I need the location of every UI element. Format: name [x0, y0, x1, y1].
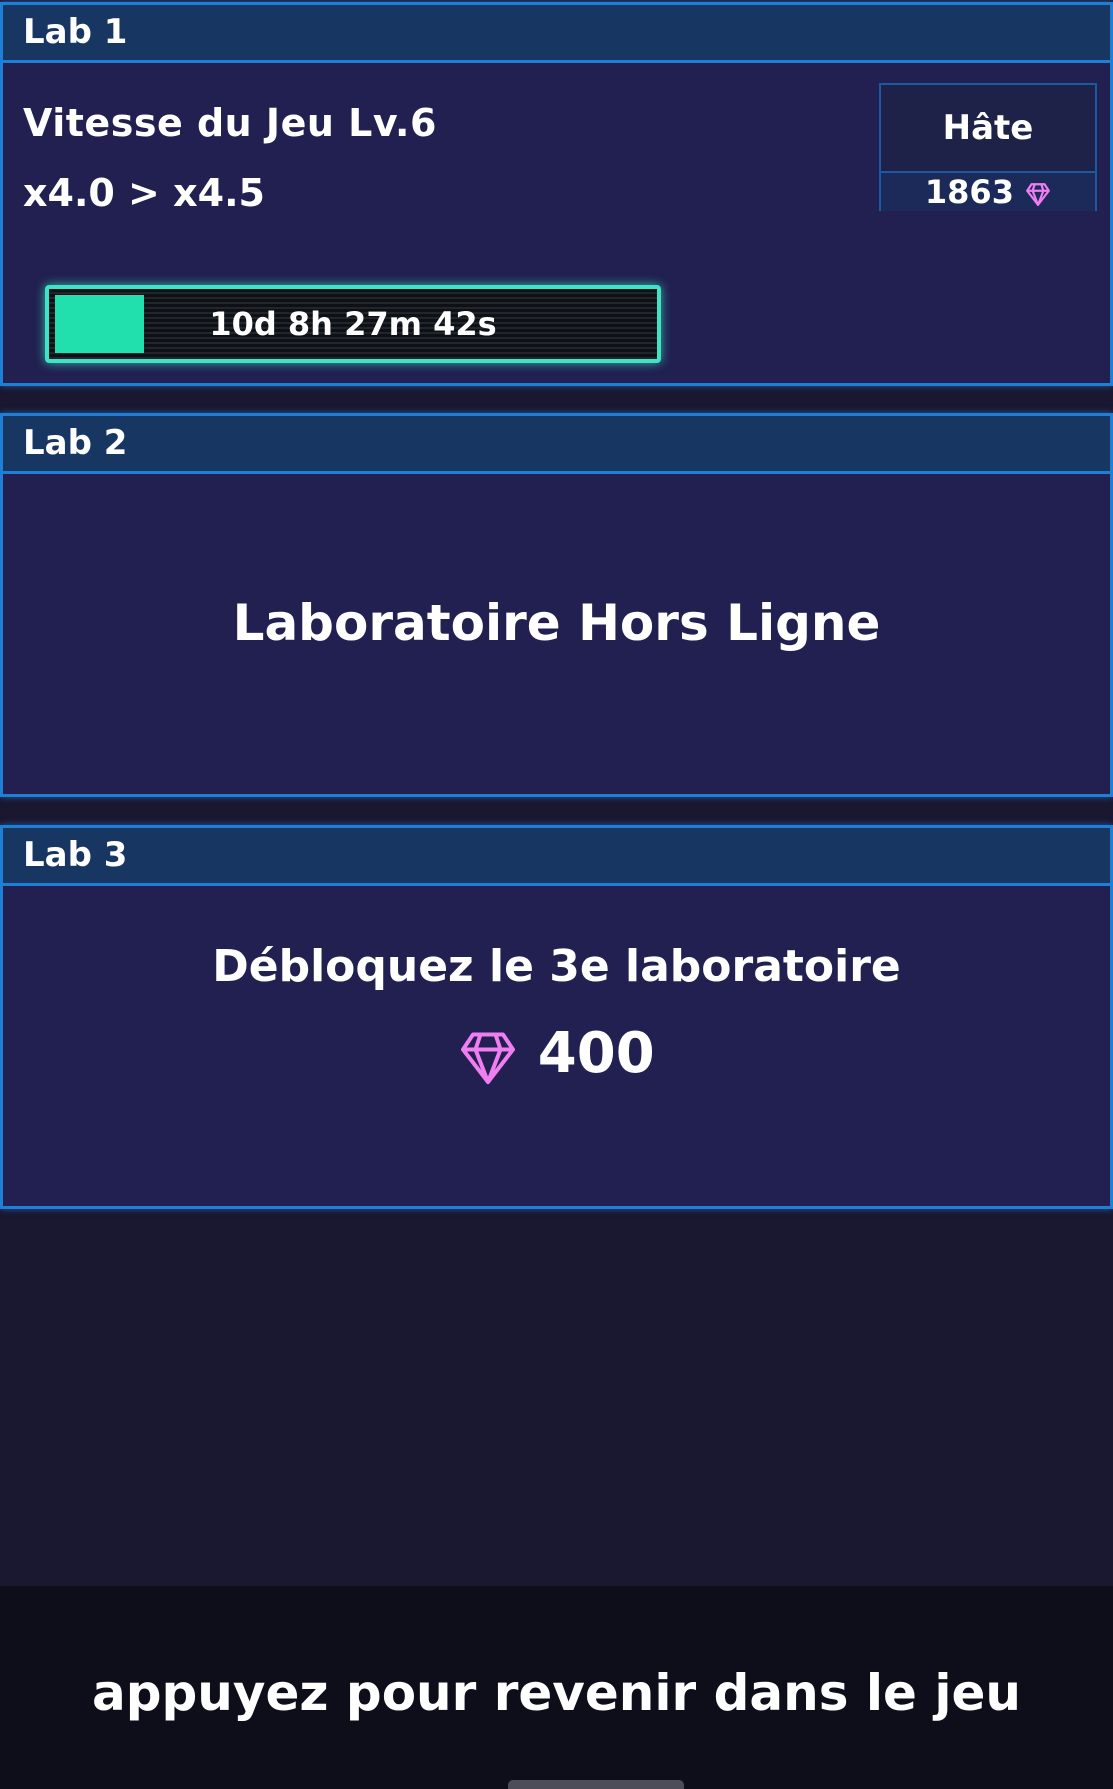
research-values: x4.0 > x4.5 [23, 171, 265, 215]
unlock-cost-value: 400 [537, 1021, 655, 1086]
gem-icon [461, 1032, 516, 1084]
lab-1-title: Lab 1 [3, 5, 1110, 63]
lab-3-panel[interactable]: Lab 3 Débloquez le 3e laboratoire 400 [0, 825, 1113, 1209]
research-progress-bar: 10d 8h 27m 42s [45, 285, 661, 363]
unlock-lab-button[interactable]: 400 [3, 1021, 1110, 1087]
return-to-game-text: appuyez pour revenir dans le jeu [91, 1664, 1021, 1722]
lab-2-panel: Lab 2 Laboratoire Hors Ligne [0, 413, 1113, 797]
lab-2-title: Lab 2 [3, 416, 1110, 474]
haste-button[interactable]: Hâte 1863 [879, 83, 1097, 211]
research-timer: 10d 8h 27m 42s [209, 305, 497, 343]
home-indicator[interactable] [508, 1780, 684, 1789]
lab-offline-status: Laboratoire Hors Ligne [232, 594, 881, 652]
lab-1-panel: Lab 1 Vitesse du Jeu Lv.6 x4.0 > x4.5 Hâ… [0, 2, 1113, 386]
haste-label: Hâte [881, 85, 1095, 173]
haste-cost-value: 1863 [924, 173, 1014, 211]
gem-icon [1026, 183, 1051, 206]
lab-3-title: Lab 3 [3, 828, 1110, 886]
research-name: Vitesse du Jeu Lv.6 [23, 101, 437, 145]
haste-cost: 1863 [881, 173, 1095, 211]
return-to-game-bar[interactable]: appuyez pour revenir dans le jeu [0, 1586, 1113, 1789]
unlock-lab-text: Débloquez le 3e laboratoire [212, 941, 901, 992]
